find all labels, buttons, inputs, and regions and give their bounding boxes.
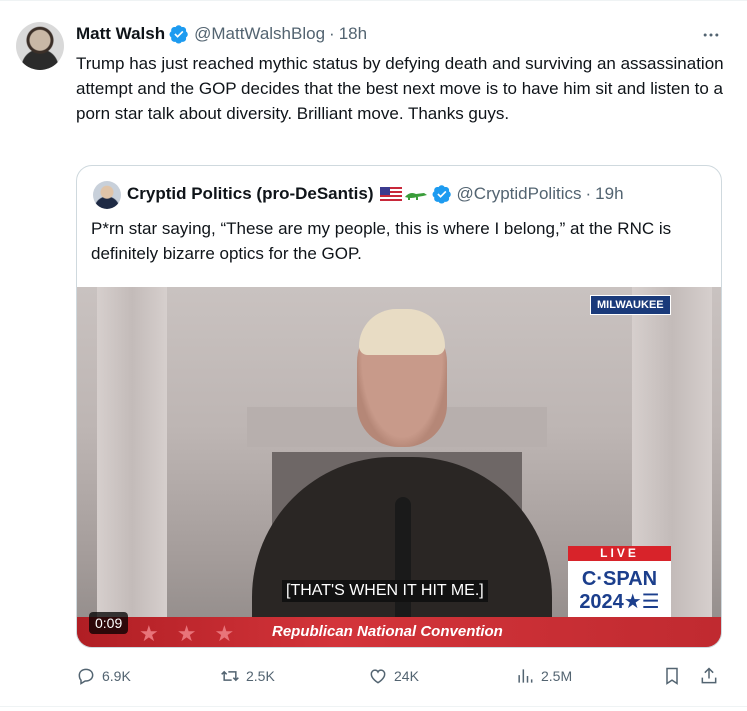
- author-name[interactable]: Matt Walsh: [76, 24, 165, 44]
- tweet-header: Matt Walsh @MattWalshBlog · 18h: [76, 24, 367, 44]
- quote-author-handle[interactable]: @CryptidPolitics: [457, 184, 582, 204]
- banner-stars: ★★★: [139, 621, 253, 646]
- share-button[interactable]: [699, 666, 725, 686]
- repost-count: 2.5K: [246, 668, 275, 684]
- action-bar: 6.9K 2.5K 24K 2.5M: [0, 666, 747, 690]
- tweet-time[interactable]: 18h: [339, 24, 367, 44]
- separator-dot: ·: [585, 184, 592, 203]
- repost-icon: [221, 670, 239, 682]
- bottom-divider: [0, 706, 747, 707]
- speaker-hair: [359, 309, 445, 355]
- quote-time[interactable]: 19h: [595, 184, 623, 204]
- like-button[interactable]: 24K: [368, 666, 419, 686]
- background-pillar: [97, 287, 167, 617]
- verified-badge-icon: [169, 25, 188, 44]
- network-logo: C·SPAN 2024★☰: [568, 561, 671, 619]
- like-icon: [370, 669, 386, 684]
- author-avatar[interactable]: [16, 22, 64, 70]
- bookmark-icon: [666, 667, 678, 685]
- quote-header: Cryptid Politics (pro-DeSantis) @Cryptid…: [127, 184, 624, 204]
- views-button[interactable]: 2.5M: [515, 666, 572, 686]
- quoted-tweet[interactable]: Cryptid Politics (pro-DeSantis) @Cryptid…: [76, 165, 722, 648]
- live-label: LIVE: [568, 546, 671, 561]
- alligator-icon: [404, 193, 427, 200]
- bookmark-button[interactable]: [662, 666, 688, 686]
- more-icon: [703, 33, 719, 37]
- network-line1: C·SPAN: [581, 568, 658, 590]
- views-count: 2.5M: [541, 668, 573, 684]
- repost-button[interactable]: 2.5K: [220, 666, 275, 686]
- verified-badge-icon: [432, 185, 451, 204]
- video-player[interactable]: MILWAUKEE LIVE C·SPAN 2024★☰ [THAT'S WHE…: [77, 287, 721, 647]
- us-flag-icon: [379, 187, 402, 201]
- reply-button[interactable]: 6.9K: [76, 666, 131, 686]
- like-count: 24K: [394, 668, 419, 684]
- quote-author-avatar[interactable]: [93, 181, 121, 209]
- more-button[interactable]: [698, 22, 724, 48]
- network-line2: 2024★☰: [579, 591, 660, 613]
- tweet-text: Trump has just reached mythic status by …: [76, 54, 724, 123]
- quote-text: P*rn star saying, “These are my people, …: [91, 219, 672, 263]
- views-icon: [518, 669, 533, 683]
- reply-count: 6.9K: [102, 668, 131, 684]
- reply-icon: [78, 668, 94, 685]
- author-handle[interactable]: @MattWalshBlog: [194, 24, 325, 44]
- top-divider: [0, 0, 747, 1]
- separator-dot: ·: [329, 24, 335, 43]
- video-timestamp: 0:09: [89, 612, 129, 634]
- video-caption: [THAT'S WHEN IT HIT ME.]: [282, 580, 488, 602]
- banner-text: Republican National Convention: [272, 623, 503, 640]
- location-badge: MILWAUKEE: [590, 295, 671, 315]
- quote-author-name[interactable]: Cryptid Politics (pro-DeSantis): [127, 184, 374, 204]
- share-icon: [701, 667, 717, 684]
